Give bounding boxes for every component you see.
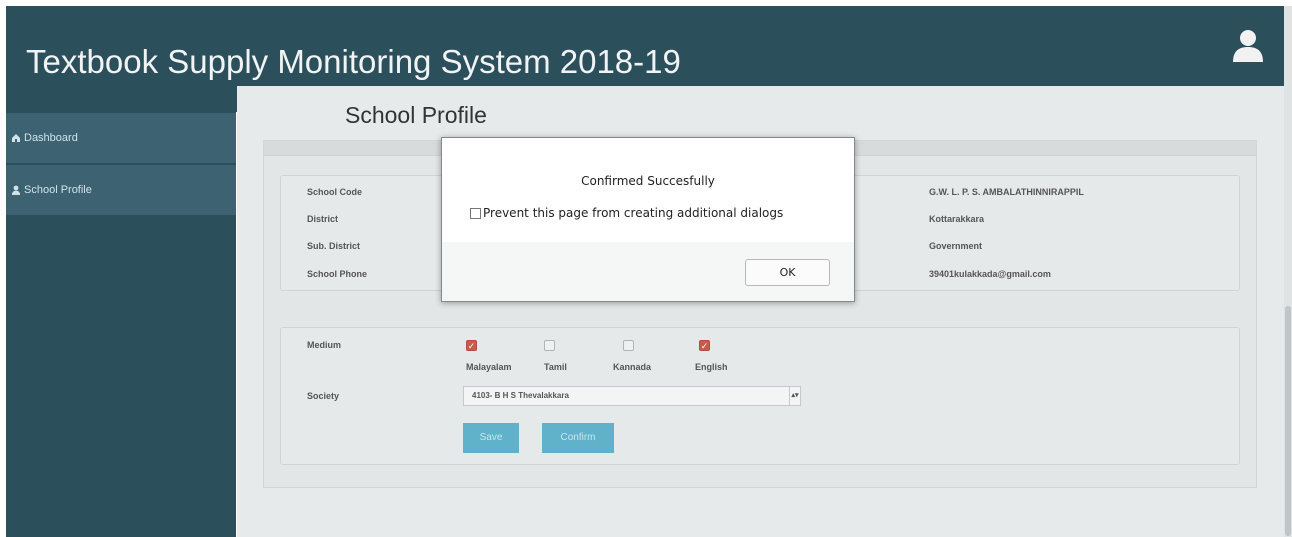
prevent-dialogs-checkbox[interactable] [470,207,481,219]
district-label: District [307,214,339,224]
prevent-dialogs-row[interactable]: Prevent this page from creating addition… [470,206,783,220]
prevent-dialogs-label[interactable]: Prevent this page from creating addition… [483,206,783,220]
school-code-label: School Code [307,187,363,197]
kannada-label: Kannada [613,362,652,372]
management-value: Government [929,241,983,251]
english-label: English [695,362,728,372]
select-arrow-icon: ▴▾ [789,387,800,405]
school-name-value: G.W. L. P. S. AMBALATHINNIRAPPIL [929,187,1084,197]
alert-dialog: Confirmed Succesfully Prevent this page … [441,137,855,302]
english-checkbox[interactable]: ✓ [699,340,710,351]
app-title: Textbook Supply Monitoring System 2018-1… [26,43,681,80]
confirm-button[interactable]: Confirm [542,423,614,453]
sidebar-item-label: Dashboard [24,132,78,144]
medium-society-section: Medium ✓ Malayalam Tamil Kannada ✓ Engli… [280,327,1240,465]
school-phone-label: School Phone [307,269,368,279]
taluk-value: Kottarakkara [929,214,985,224]
medium-label: Medium [307,340,342,350]
sidebar: Dashboard School Profile [6,85,236,537]
scrollbar-thumb[interactable] [1285,306,1291,536]
society-select[interactable]: 4103- B H S Thevalakkara ▴▾ [463,386,801,406]
dialog-message: Confirmed Succesfully [581,174,715,188]
sidebar-item-dashboard[interactable]: Dashboard [6,113,236,163]
sidebar-item-school-profile[interactable]: School Profile [6,165,236,215]
sub-district-label: Sub. District [307,241,361,251]
user-icon [11,185,21,195]
society-selected-value: 4103- B H S Thevalakkara [472,391,569,400]
sidebar-item-label: School Profile [24,184,92,196]
page-scrollbar[interactable] [1284,6,1292,537]
malayalam-checkbox[interactable]: ✓ [466,340,477,351]
dashboard-icon [11,133,21,143]
kannada-checkbox[interactable] [623,340,634,351]
malayalam-label: Malayalam [466,362,512,372]
page-title: School Profile [345,102,487,128]
email-value: 39401kulakkada@gmail.com [929,269,1051,279]
user-avatar-icon[interactable] [1230,28,1266,64]
society-label: Society [307,391,340,401]
ok-button[interactable]: OK [745,259,830,286]
tamil-checkbox[interactable] [544,340,555,351]
dialog-body: Confirmed Succesfully Prevent this page … [442,138,854,242]
save-button[interactable]: Save [463,423,519,453]
tamil-label: Tamil [544,362,567,372]
app-window: Textbook Supply Monitoring System 2018-1… [0,0,1292,537]
